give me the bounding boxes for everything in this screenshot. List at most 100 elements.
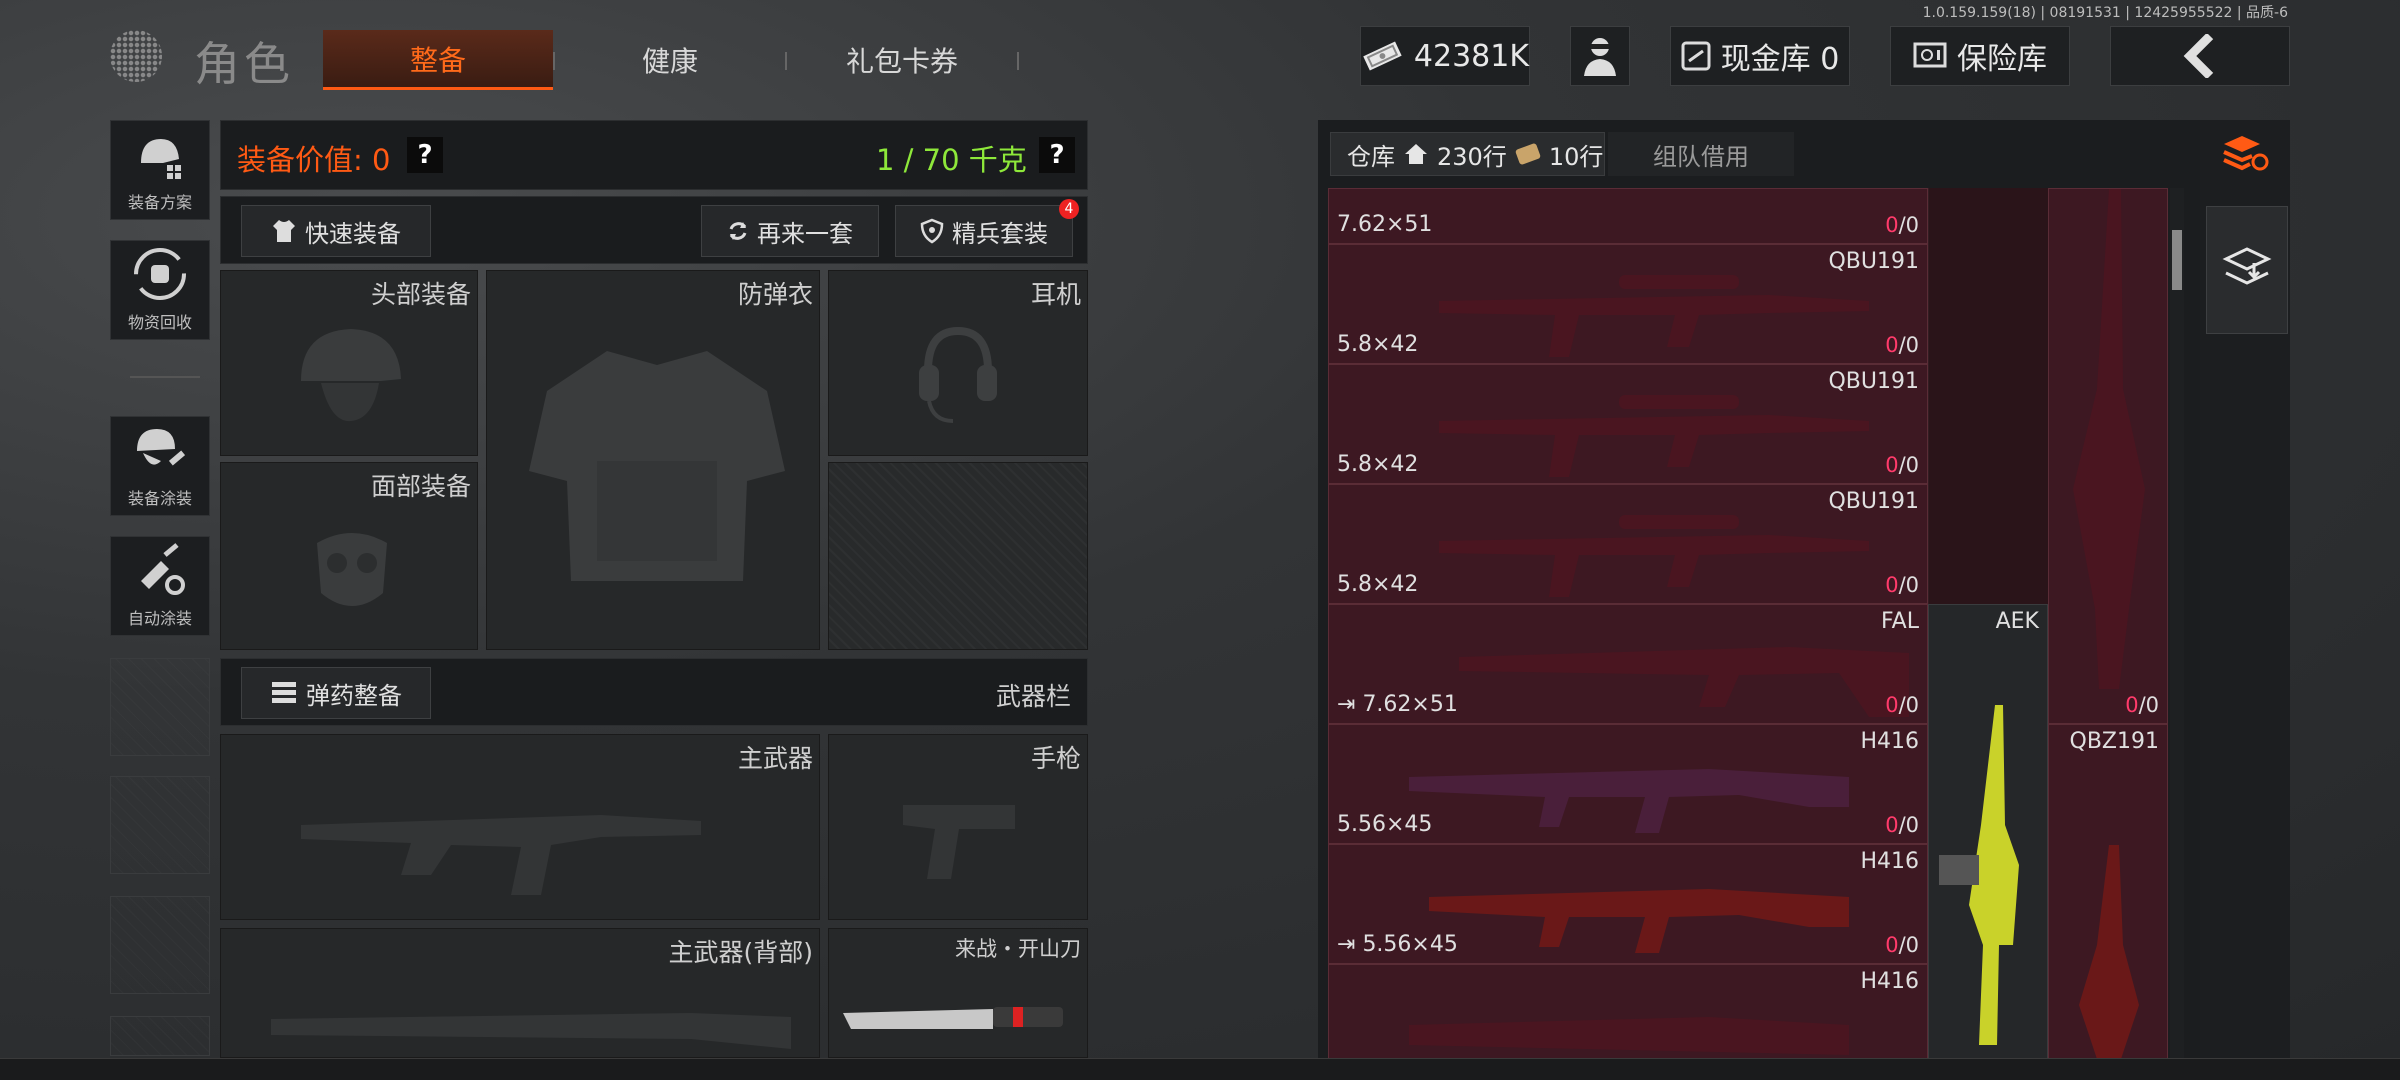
quick-equip-button[interactable]: 快速装备 [241,205,431,257]
armor-slot[interactable]: 防弹衣 [486,270,820,650]
tab-team-borrow[interactable]: 组队借用 [1608,132,1794,176]
recycle-icon [134,248,186,300]
sidebar-empty-slot [110,658,210,756]
item-caliber: 5.56×45 [1337,812,1433,837]
import-layers-button[interactable] [2206,206,2288,334]
inventory-item[interactable]: QBU191 5.8×42 0/0 [1328,364,1928,484]
assault-rifle-icon [1409,769,1849,833]
ammo-list-icon [272,682,296,703]
inventory-item[interactable]: FAL ⇥ 7.62×51 0/0 [1328,604,1928,724]
inventory-scrollbar-track[interactable] [2170,188,2184,1058]
armor-vest-icon [529,351,785,581]
sidebar-item-equip-skin[interactable]: 装备涂装 [110,416,210,516]
assault-rifle-icon [1429,889,1849,953]
again-label: 再来一套 [757,219,853,248]
warehouse-rows: 230行 [1437,142,1507,171]
item-caliber: 7.62×51 [1337,212,1433,237]
inventory-item[interactable]: H416 [1328,964,1928,1058]
item-name: H416 [1860,729,1919,754]
elite-set-button[interactable]: 精兵套装 [895,205,1073,257]
yellow-rifle-icon [1939,705,2019,1045]
inventory-item-qbz191[interactable]: QBZ191 [2048,724,2168,1058]
loadout-header: 装备价值: 0 ? 1 / 70 千克 ? [220,120,1088,190]
vault-card-icon [1681,41,1711,71]
cash-vault-label: 现金库 0 [1720,42,1840,77]
face-slot[interactable]: 面部装备 [220,462,478,650]
tab-health[interactable]: 健康 [555,30,785,90]
trader-icon [1584,38,1616,76]
insurance-vault-button[interactable]: 保险库 [1890,26,2070,86]
value-help-button[interactable]: ? [407,137,443,173]
earphone-slot[interactable]: 耳机 [828,270,1088,456]
vertical-rifle-icon [2079,845,2139,1058]
cash-vault-button[interactable]: 现金库 0 [1670,26,1850,86]
inventory-item[interactable]: 7.62×51 0/0 [1328,188,1928,244]
inventory-item-aek[interactable]: AEK [1928,604,2048,1058]
melee-slot[interactable]: 来战・开山刀 [828,928,1088,1058]
item-caliber: 5.8×42 [1337,452,1419,477]
item-name: H416 [1860,969,1919,994]
ammo-equip-button[interactable]: 弹药整备 [241,667,431,719]
layers-download-icon [2222,247,2272,285]
sidebar-item-auto-skin[interactable]: 自动涂装 [110,536,210,636]
slot-label: 头部装备 [370,280,471,309]
inventory-item[interactable]: QBU191 5.8×42 0/0 [1328,244,1928,364]
pistol-silhouette-icon [903,805,1015,879]
slot-label: 耳机 [1030,280,1081,309]
primary-weapon-slot[interactable]: 主武器 [220,734,820,920]
cash-icon [1363,41,1402,71]
inventory-item-tall-rifle[interactable]: 0/0 [2048,188,2168,724]
slot-label: 主武器 [737,744,813,773]
pistol-slot[interactable]: 手枪 [828,734,1088,920]
sidebar-label: 装备涂装 [127,489,192,508]
sniper-rifle-icon [1439,515,1869,597]
sidebar-empty-slot [110,776,210,874]
safe-icon [1913,42,1947,68]
head-slot[interactable]: 头部装备 [220,270,478,456]
primary-back-slot[interactable]: 主武器(背部) [220,928,820,1058]
back-arrow-icon [2183,34,2214,78]
weapon-bar-label: 武器栏 [995,682,1071,711]
sidebar-label: 自动涂装 [127,609,192,628]
tab-gift-vouchers[interactable]: 礼包卡券 [787,30,1017,90]
sidebar-item-equip-plan[interactable]: 装备方案 [110,120,210,220]
weight-help-button[interactable]: ? [1039,137,1075,173]
item-ammo: 0/0 [1885,813,1919,837]
currency-display[interactable]: 42381K [1360,26,1530,86]
currency-amount: 42381K [1413,38,1529,74]
again-button[interactable]: 再来一套 [701,205,879,257]
item-ammo: 0/0 [2125,693,2159,717]
weight-display: 1 / 70 千克 [876,143,1027,177]
item-name: AEK [1995,609,2039,634]
trader-button[interactable] [1570,26,1630,86]
tab-warehouse[interactable]: 仓库 230行 10行 [1330,132,1605,176]
item-caliber: 5.8×42 [1337,572,1419,597]
ammo-equip-label: 弹药整备 [306,681,402,710]
equip-value: 装备价值: 0 [237,143,391,177]
sidebar-item-recycle[interactable]: 物资回收 [110,240,210,340]
slot-label: 面部装备 [370,472,471,501]
item-ammo: 0/0 [1885,573,1919,597]
item-caliber: ⇥ 7.62×51 [1337,692,1458,717]
page-title: 角色 [194,37,294,91]
sidebar-empty-slot [110,1016,210,1056]
item-ammo: 0/0 [1885,933,1919,957]
slot-label: 手枪 [1030,744,1081,773]
refresh-icon [729,222,747,240]
inventory-item[interactable]: H416 ⇥ 5.56×45 0/0 [1328,844,1928,964]
battle-rifle-icon [1459,647,1909,717]
inventory-item[interactable]: QBU191 5.8×42 0/0 [1328,484,1928,604]
item-caliber: 5.8×42 [1337,332,1419,357]
sidebar-label: 装备方案 [127,193,192,212]
notification-badge: 4 [1059,199,1079,219]
inventory-scrollbar-thumb[interactable] [2172,230,2182,290]
machete-icon [843,1007,1063,1029]
rifle-silhouette-icon [301,815,701,895]
inventory-item[interactable]: H416 5.56×45 0/0 [1328,724,1928,844]
tab-equip[interactable]: 整备 [323,30,553,90]
sniper-rifle-icon [1439,275,1869,357]
ticket-icon [1515,143,1541,165]
sort-layers-icon[interactable] [2220,130,2270,180]
empty-slot [828,462,1088,650]
back-button[interactable] [2110,26,2290,86]
